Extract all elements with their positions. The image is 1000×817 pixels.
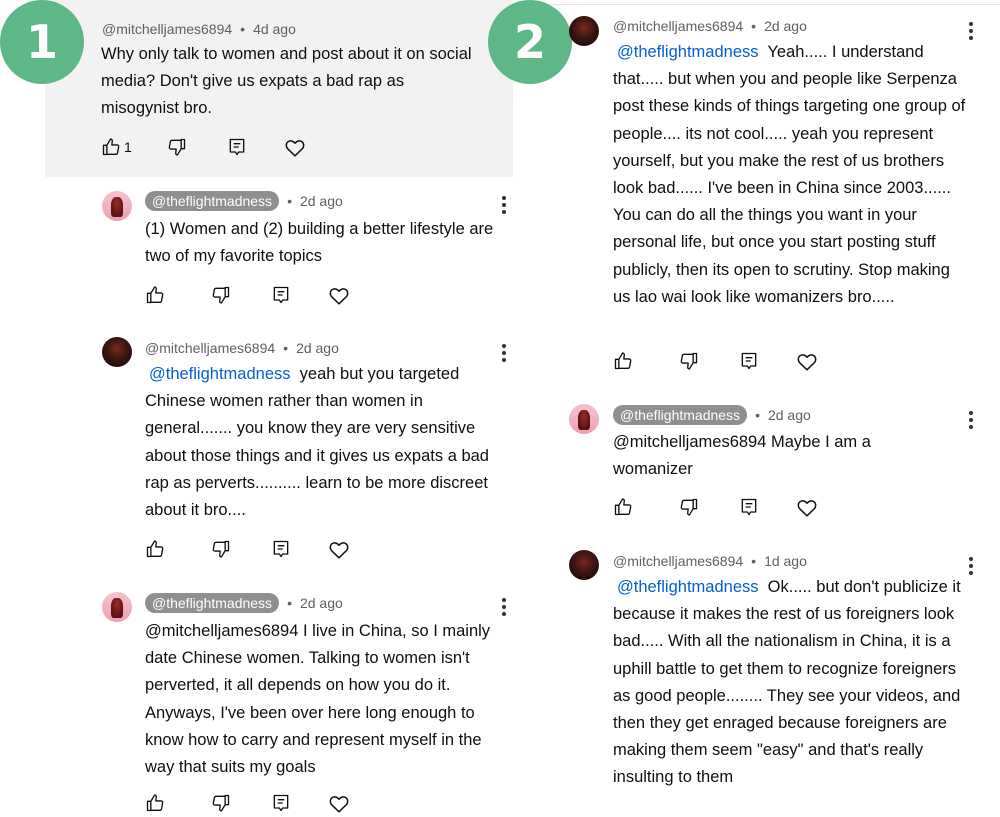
dislike-icon[interactable] xyxy=(679,351,701,373)
comment-text: Why only talk to women and post about it… xyxy=(101,45,472,118)
comment-time[interactable]: 2d ago xyxy=(296,340,339,356)
comment-text-body: yeah but you targeted Chinese women rath… xyxy=(145,365,489,520)
like-icon[interactable] xyxy=(101,137,123,159)
mention-link[interactable]: @theflightmadness xyxy=(617,578,759,596)
comment-time[interactable]: 2d ago xyxy=(300,193,343,209)
dislike-icon[interactable] xyxy=(211,539,233,561)
comment-text-body: Ok..... but don't publicize it because i… xyxy=(613,578,961,787)
heart-icon[interactable] xyxy=(284,137,306,159)
heart-icon[interactable] xyxy=(796,351,818,373)
comment-author[interactable]: @mitchelljames6894 xyxy=(102,21,232,37)
heart-icon[interactable] xyxy=(796,497,818,519)
separator-dot: • xyxy=(755,407,760,423)
separator-dot: • xyxy=(751,553,757,569)
heart-icon[interactable] xyxy=(328,793,350,815)
dislike-icon[interactable] xyxy=(167,137,189,159)
more-options-icon[interactable] xyxy=(501,598,507,616)
divider xyxy=(513,4,1000,5)
reply-icon[interactable] xyxy=(227,137,249,159)
separator-dot: • xyxy=(240,21,246,37)
comment-header: @mitchelljames6894 • 2d ago xyxy=(613,18,807,34)
like-icon[interactable] xyxy=(145,793,167,815)
avatar[interactable] xyxy=(102,592,132,622)
comment-text: (1) Women and (2) building a better life… xyxy=(145,220,494,266)
comment-header: @mitchelljames6894 • 1d ago xyxy=(613,553,807,569)
separator-dot: • xyxy=(283,340,289,356)
comment-author[interactable]: @theflightmadness xyxy=(613,405,748,425)
avatar[interactable] xyxy=(102,337,132,367)
separator-dot: • xyxy=(287,595,292,611)
mention-link[interactable]: @theflightmadness xyxy=(617,43,759,61)
like-icon[interactable] xyxy=(145,539,167,561)
more-options-icon[interactable] xyxy=(968,22,974,40)
avatar[interactable] xyxy=(102,191,132,221)
comment-text: @theflightmadness yeah but you targeted … xyxy=(145,361,495,524)
reply-icon[interactable] xyxy=(739,497,761,519)
comment-author[interactable]: @mitchelljames6894 xyxy=(613,18,743,34)
mention-link[interactable]: @theflightmadness xyxy=(149,365,291,383)
avatar[interactable] xyxy=(569,16,599,46)
avatar[interactable] xyxy=(569,404,599,434)
dislike-icon[interactable] xyxy=(679,497,701,519)
heart-icon[interactable] xyxy=(328,539,350,561)
like-count: 1 xyxy=(124,139,132,155)
comment-text: @mitchelljames6894 Maybe I am a womanize… xyxy=(613,433,871,479)
comment-actions xyxy=(145,539,365,563)
more-options-icon[interactable] xyxy=(501,196,507,214)
comment-time[interactable]: 1d ago xyxy=(764,553,807,569)
more-options-icon[interactable] xyxy=(501,344,507,362)
step-badge-2: 2 xyxy=(488,0,572,84)
heart-icon[interactable] xyxy=(328,285,350,307)
comment-author[interactable]: @mitchelljames6894 xyxy=(145,340,275,356)
reply-icon[interactable] xyxy=(271,539,293,561)
separator-dot: • xyxy=(287,193,292,209)
avatar[interactable] xyxy=(569,550,599,580)
comment-actions xyxy=(613,351,833,375)
separator-dot: • xyxy=(751,18,757,34)
like-icon[interactable] xyxy=(145,285,167,307)
step-badge-1: 1 xyxy=(0,0,84,84)
comment-actions xyxy=(145,793,365,817)
dislike-icon[interactable] xyxy=(211,793,233,815)
more-options-icon[interactable] xyxy=(968,557,974,575)
dislike-icon[interactable] xyxy=(211,285,233,307)
comment-time[interactable]: 2d ago xyxy=(768,407,811,423)
comment-actions xyxy=(613,497,833,521)
comment-author[interactable]: @theflightmadness xyxy=(145,191,280,211)
comment-header: @mitchelljames6894 • 4d ago xyxy=(102,21,296,37)
like-icon[interactable] xyxy=(613,497,635,519)
more-options-icon[interactable] xyxy=(968,411,974,429)
comment-time[interactable]: 2d ago xyxy=(764,18,807,34)
comment-text-body: Yeah..... I understand that..... but whe… xyxy=(613,43,966,306)
reply-icon[interactable] xyxy=(271,793,293,815)
comment-time[interactable]: 4d ago xyxy=(253,21,296,37)
comment-header: @theflightmadness • 2d ago xyxy=(613,405,811,425)
comment-author[interactable]: @theflightmadness xyxy=(145,593,280,613)
comment-author[interactable]: @mitchelljames6894 xyxy=(613,553,743,569)
comment-header: @theflightmadness • 2d ago xyxy=(145,593,343,613)
reply-icon[interactable] xyxy=(739,351,761,373)
comment-header: @theflightmadness • 2d ago xyxy=(145,191,343,211)
comment-text: @mitchelljames6894 I live in China, so I… xyxy=(145,622,491,777)
comment-header: @mitchelljames6894 • 2d ago xyxy=(145,340,339,356)
comment-text: @theflightmadness Yeah..... I understand… xyxy=(613,39,968,311)
comment-text: @theflightmadness Ok..... but don't publ… xyxy=(613,574,978,792)
comment-actions: 1 xyxy=(101,137,321,161)
comment-time[interactable]: 2d ago xyxy=(300,595,343,611)
reply-icon[interactable] xyxy=(271,285,293,307)
like-icon[interactable] xyxy=(613,351,635,373)
comment-actions xyxy=(145,285,365,309)
